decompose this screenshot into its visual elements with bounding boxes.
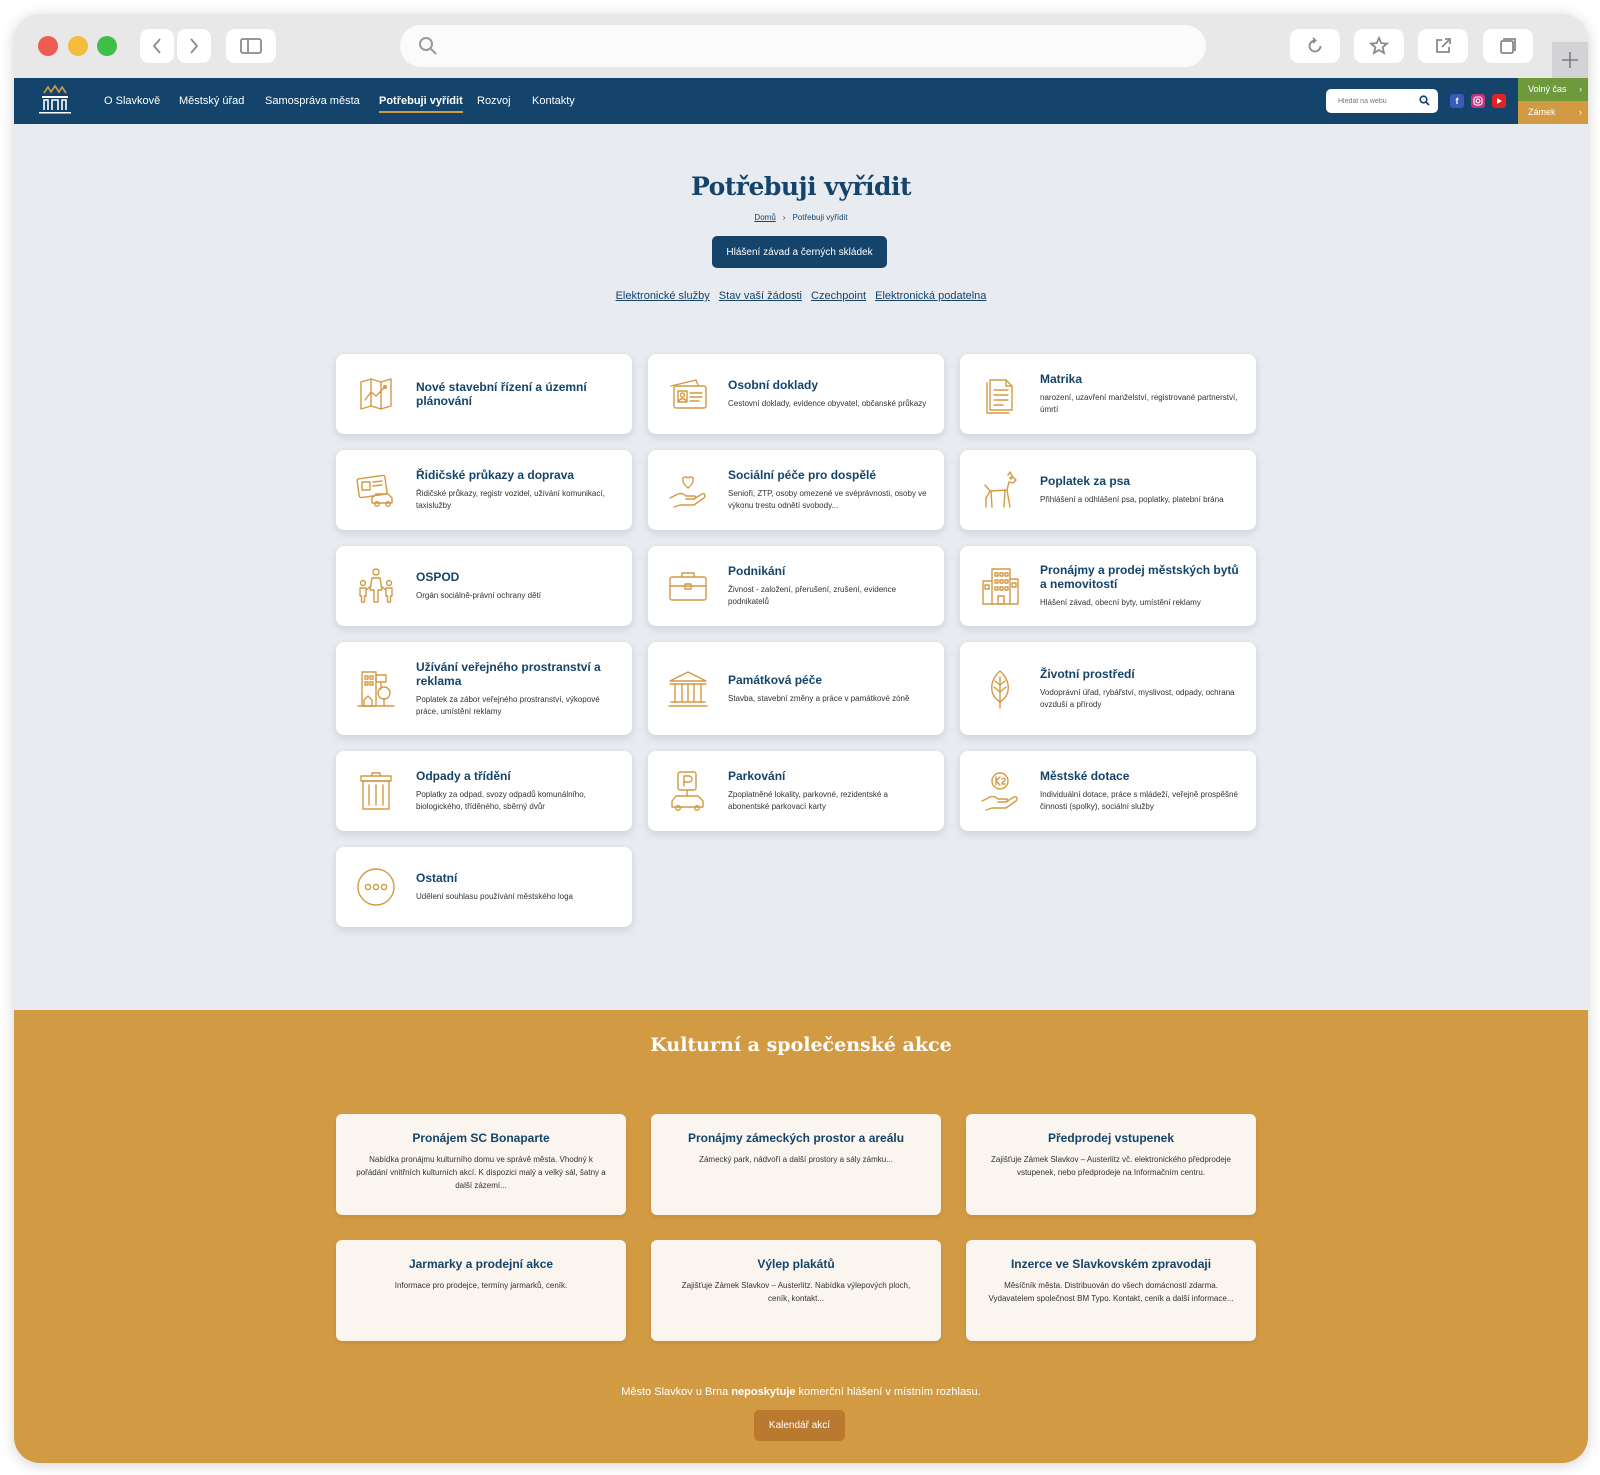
tabs-overview-button[interactable]	[1483, 29, 1533, 63]
event-card[interactable]: Pronájem SC Bonaparte Nabídka pronájmu k…	[336, 1114, 626, 1215]
site-navbar: O Slavkově Městský úřad Samospráva města…	[14, 78, 1588, 124]
dog-icon	[978, 468, 1022, 512]
share-icon	[1436, 38, 1451, 53]
chevron-right-icon: ›	[1579, 107, 1582, 117]
link-czechpoint[interactable]: Czechpoint	[811, 290, 866, 302]
event-card[interactable]: Předprodej vstupenek Zajišťuje Zámek Sla…	[966, 1114, 1256, 1215]
breadcrumb-separator: ›	[782, 213, 786, 222]
id-card-icon	[666, 372, 710, 416]
service-card[interactable]: Parkování Zpoplatněné lokality, parkovné,…	[648, 751, 944, 831]
new-tab-button[interactable]	[1552, 42, 1588, 78]
service-card[interactable]: Matrika narození, uzavření manželství, re…	[960, 354, 1256, 434]
nav-potrebuji-vyridit[interactable]: Potřebuji vyřídit	[379, 78, 463, 124]
map-icon	[354, 372, 398, 416]
address-bar[interactable]	[400, 25, 1206, 67]
nav-kontakty[interactable]: Kontakty	[532, 78, 575, 124]
nav-rozvoj[interactable]: Rozvoj	[477, 78, 511, 124]
service-card[interactable]: OSPOD Orgán sociálně-právní ochrany dětí	[336, 546, 632, 626]
sidebar-icon	[240, 38, 262, 54]
site-search	[1326, 89, 1438, 113]
nav-o-slavkove[interactable]: O Slavkově	[104, 78, 160, 124]
service-card[interactable]: Památková péče Stavba, stavební změny a p…	[648, 642, 944, 735]
leaf-icon	[978, 667, 1022, 711]
service-card[interactable]: Městské dotace Individuální dotace, práce…	[960, 751, 1256, 831]
breadcrumb-current: Potřebuji vyřídit	[792, 213, 848, 222]
service-card[interactable]: Ostatní Udělení souhlasu používání městsk…	[336, 847, 632, 927]
youtube-icon[interactable]	[1492, 94, 1506, 108]
close-window-button[interactable]	[38, 36, 58, 56]
maximize-window-button[interactable]	[97, 36, 117, 56]
heart-hand-icon	[666, 468, 710, 512]
nav-mestsky-urad[interactable]: Městský úřad	[179, 78, 244, 124]
link-elektronicke-sluzby[interactable]: Elektronické služby	[616, 290, 710, 302]
town-logo[interactable]	[36, 84, 74, 118]
public-space-icon	[354, 667, 398, 711]
browser-window: O Slavkově Městský úřad Samospráva města…	[14, 14, 1588, 1463]
service-card[interactable]: Poplatek za psa Přihlášení a odhlášení ps…	[960, 450, 1256, 530]
event-card[interactable]: Pronájmy zámeckých prostor a areálu Záme…	[651, 1114, 941, 1215]
link-stav-zadosti[interactable]: Stav vaší žádosti	[719, 290, 802, 302]
chevron-right-icon	[190, 38, 199, 54]
breadcrumb: Domů › Potřebuji vyřídit	[14, 213, 1588, 222]
events-title: Kulturní a společenské akce	[650, 1034, 952, 1056]
reload-icon	[1308, 37, 1322, 53]
back-button[interactable]	[140, 29, 174, 63]
minimize-window-button[interactable]	[68, 36, 88, 56]
link-elektronicka-podatelna[interactable]: Elektronická podatelna	[875, 290, 986, 302]
zamek-tab[interactable]: Zámek ›	[1518, 101, 1588, 124]
service-card[interactable]: Odpady a třídění Poplatky za odpad, svozy…	[336, 751, 632, 831]
page-title: Potřebuji vyřídit	[690, 172, 912, 201]
quick-links: Elektronické služby Stav vaší žádosti Cz…	[14, 290, 1588, 302]
reload-button[interactable]	[1290, 29, 1340, 63]
service-card[interactable]: Sociální péče pro dospělé Senioři, ZTP, o…	[648, 450, 944, 530]
browser-toolbar	[14, 14, 1588, 78]
service-card[interactable]: Životní prostředí Vodoprávní úřad, rybářs…	[960, 642, 1256, 735]
share-button[interactable]	[1418, 29, 1468, 63]
building-icon	[978, 564, 1022, 608]
driver-license-icon	[354, 468, 398, 512]
report-issue-button[interactable]: Hlášení závad a černých skládek	[712, 236, 887, 268]
volny-cas-tab[interactable]: Volný čas ›	[1518, 78, 1588, 101]
sidebar-toggle-button[interactable]	[226, 29, 276, 63]
monument-icon	[666, 667, 710, 711]
star-icon	[1369, 36, 1389, 55]
tabs-icon	[1500, 38, 1516, 54]
events-section: Kulturní a společenské akce Pronájem SC …	[14, 1010, 1588, 1463]
chevron-left-icon	[152, 38, 161, 54]
grant-hand-icon	[978, 769, 1022, 813]
event-card[interactable]: Výlep plakátů Zajišťuje Zámek Slavkov – …	[651, 1240, 941, 1341]
more-icon	[354, 865, 398, 909]
event-card[interactable]: Jarmarky a prodejní akce Informace pro p…	[336, 1240, 626, 1341]
bookmark-button[interactable]	[1354, 29, 1404, 63]
service-card[interactable]: Osobní doklady Cestovní doklady, evidence…	[648, 354, 944, 434]
search-icon	[419, 37, 437, 55]
service-card[interactable]: Podnikání Živnost - založení, přerušení, …	[648, 546, 944, 626]
chevron-right-icon: ›	[1579, 84, 1582, 94]
documents-icon	[978, 372, 1022, 416]
plus-icon	[1562, 52, 1578, 68]
trash-bin-icon	[354, 769, 398, 813]
service-card[interactable]: Užívání veřejného prostranství a reklama…	[336, 642, 632, 735]
instagram-icon[interactable]	[1471, 94, 1485, 108]
briefcase-icon	[666, 564, 710, 608]
forward-button[interactable]	[177, 29, 211, 63]
family-icon	[354, 564, 398, 608]
service-card[interactable]: Řidičské průkazy a doprava Řidičské průka…	[336, 450, 632, 530]
service-card[interactable]: Nové stavební řízení a územní plánování	[336, 354, 632, 434]
breadcrumb-home-link[interactable]: Domů	[754, 213, 775, 222]
search-icon[interactable]	[1419, 95, 1430, 106]
facebook-icon[interactable]: f	[1450, 94, 1464, 108]
broadcast-notice: Město Slavkov u Brna neposkytuje komerčn…	[621, 1386, 981, 1398]
event-card[interactable]: Inzerce ve Slavkovském zpravodaji Měsíčn…	[966, 1240, 1256, 1341]
event-calendar-button[interactable]: Kalendář akcí	[754, 1410, 845, 1441]
search-input[interactable]	[1338, 89, 1418, 113]
service-card[interactable]: Pronájmy a prodej městských bytů a nemov…	[960, 546, 1256, 626]
nav-samosprava-mesta[interactable]: Samospráva města	[265, 78, 360, 124]
parking-icon	[666, 769, 710, 813]
